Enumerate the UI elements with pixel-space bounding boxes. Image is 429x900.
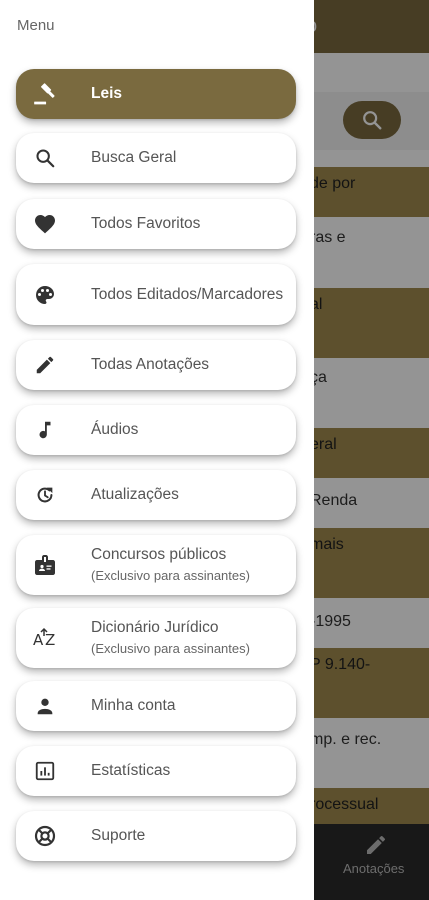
menu-item-label: Todos Editados/Marcadores bbox=[91, 285, 284, 303]
bar-chart-icon bbox=[32, 758, 58, 784]
drawer-title: Menu bbox=[17, 17, 55, 34]
pencil-icon bbox=[32, 352, 58, 378]
music-note-icon bbox=[32, 417, 58, 443]
menu-item-label: Leis bbox=[91, 85, 123, 102]
menu-item-dicionario[interactable]: A Z Dicionário Jurídico (Exclusivo para … bbox=[16, 608, 296, 668]
menu-item-atualizacoes[interactable]: Atualizações bbox=[16, 470, 296, 520]
svg-text:Z: Z bbox=[45, 631, 55, 649]
menu-item-label: Concursos públicos bbox=[91, 546, 227, 563]
update-icon bbox=[32, 482, 58, 508]
menu-item-todas-anotacoes[interactable]: Todas Anotações bbox=[16, 340, 296, 390]
menu-item-label: Áudios bbox=[91, 421, 139, 438]
menu-item-minha-conta[interactable]: Minha conta bbox=[16, 681, 296, 731]
search-icon bbox=[32, 145, 58, 171]
menu-item-label: Estatísticas bbox=[91, 762, 171, 779]
menu-item-sublabel: (Exclusivo para assinantes) bbox=[91, 568, 250, 583]
menu-item-todos-editados[interactable]: Todos Editados/Marcadores bbox=[16, 264, 296, 325]
navigation-drawer: Menu Leis Busca Geral Todos Favoritos To… bbox=[0, 0, 314, 900]
menu-item-estatisticas[interactable]: Estatísticas bbox=[16, 746, 296, 796]
menu-item-label: Busca Geral bbox=[91, 149, 177, 166]
menu-item-sublabel: (Exclusivo para assinantes) bbox=[91, 641, 250, 656]
menu-item-label: Minha conta bbox=[91, 697, 176, 714]
sort-az-icon: A Z bbox=[32, 625, 58, 651]
menu-item-concursos[interactable]: Concursos públicos (Exclusivo para assin… bbox=[16, 535, 296, 595]
menu-item-label: Atualizações bbox=[91, 486, 179, 503]
menu-item-label: Suporte bbox=[91, 827, 146, 844]
menu-item-label: Todos Favoritos bbox=[91, 215, 201, 232]
menu-item-label: Dicionário Jurídico bbox=[91, 619, 219, 636]
heart-icon bbox=[32, 211, 58, 237]
lifebuoy-icon bbox=[32, 823, 58, 849]
person-icon bbox=[32, 693, 58, 719]
menu-item-audios[interactable]: Áudios bbox=[16, 405, 296, 455]
menu-item-leis[interactable]: Leis bbox=[16, 69, 296, 119]
badge-icon bbox=[32, 552, 58, 578]
gavel-icon bbox=[32, 81, 58, 107]
menu-item-todos-favoritos[interactable]: Todos Favoritos bbox=[16, 199, 296, 249]
menu-item-busca-geral[interactable]: Busca Geral bbox=[16, 133, 296, 183]
menu-item-label: Todas Anotações bbox=[91, 356, 210, 373]
menu-item-suporte[interactable]: Suporte bbox=[16, 811, 296, 861]
palette-icon bbox=[32, 282, 58, 308]
svg-text:A: A bbox=[33, 631, 44, 649]
